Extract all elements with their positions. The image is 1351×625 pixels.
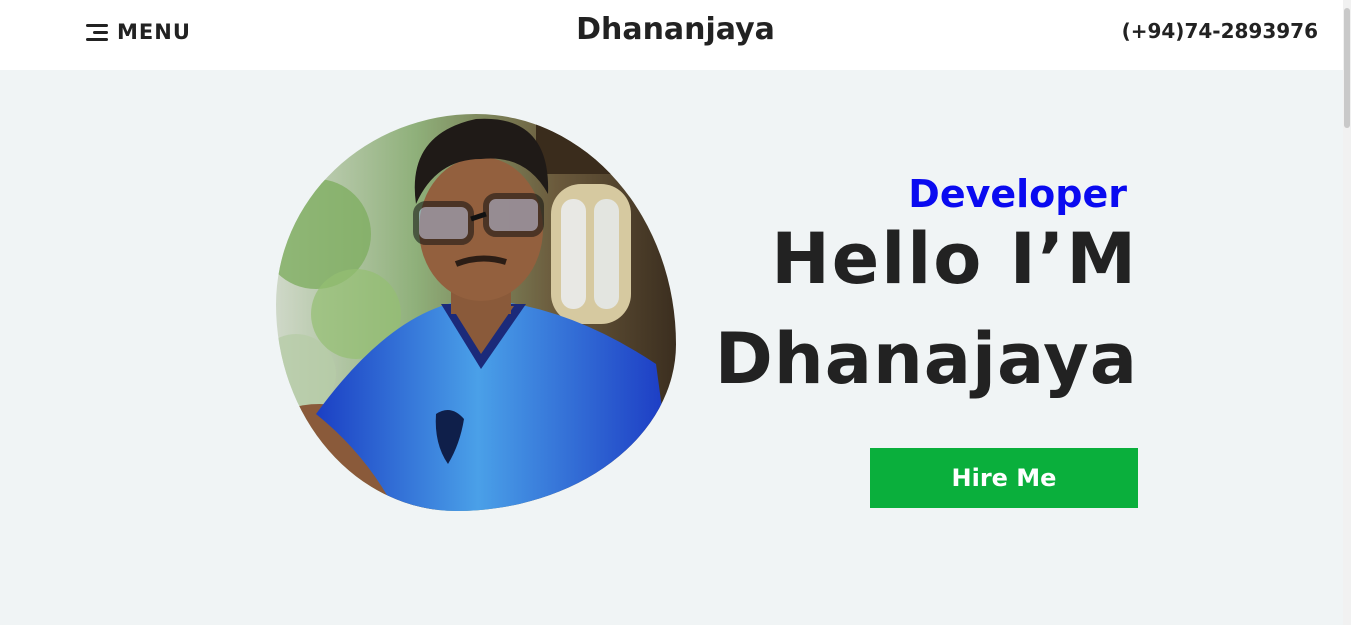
profile-photo: [276, 114, 676, 511]
menu-label[interactable]: MENU: [117, 20, 191, 44]
hero-greeting: Hello I’M: [771, 218, 1138, 300]
page-scrollbar[interactable]: [1343, 0, 1351, 625]
profile-photo-illustration: [276, 114, 676, 511]
hero-role: Developer: [908, 172, 1127, 216]
scrollbar-thumb[interactable]: [1344, 8, 1350, 128]
brand-title[interactable]: Dhananjaya: [576, 12, 775, 47]
hire-me-button[interactable]: Hire Me: [870, 448, 1138, 508]
hamburger-menu-icon[interactable]: [86, 23, 108, 41]
hero-name: Dhanajaya: [714, 318, 1138, 400]
menu-button[interactable]: MENU: [86, 18, 191, 46]
phone-number[interactable]: (+94)74-2893976: [1122, 19, 1318, 43]
site-header: MENU Dhananjaya (+94)74-2893976: [0, 0, 1351, 70]
